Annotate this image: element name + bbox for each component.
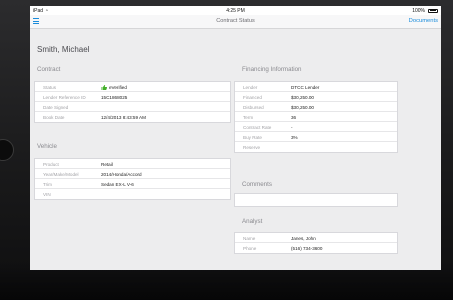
contract-row-lender-reference-id: Lender Reference ID 15C1868025 bbox=[35, 92, 230, 102]
vehicle-section-title: Vehicle bbox=[37, 143, 57, 150]
vehicle-card: Product Retail Year/Make/Model 2014/Hond… bbox=[34, 158, 231, 200]
row-label: Disbursed bbox=[243, 104, 264, 110]
row-value: $30,250.00 bbox=[291, 94, 314, 100]
vehicle-row-vin: VIN bbox=[35, 189, 230, 200]
comments-field[interactable] bbox=[234, 193, 398, 207]
row-value: - bbox=[291, 124, 293, 130]
contract-section-title: Contract bbox=[37, 66, 61, 73]
row-label: Status bbox=[43, 84, 57, 90]
row-value: $30,250.00 bbox=[291, 104, 314, 110]
documents-button[interactable]: Documents bbox=[409, 18, 438, 24]
row-label: VIN bbox=[43, 191, 51, 197]
navigation-bar: Contract Status Documents bbox=[30, 15, 441, 29]
row-value: Sedan EX-L V-6 bbox=[101, 181, 134, 187]
status-time: 4:25 PM bbox=[226, 7, 245, 14]
contract-row-date-signed: Date Signed bbox=[35, 102, 230, 112]
row-label: Product bbox=[43, 161, 59, 167]
row-label: Phone bbox=[243, 245, 257, 251]
vehicle-row-product: Product Retail bbox=[35, 159, 230, 169]
row-label: Name bbox=[243, 235, 256, 241]
financing-row-financed: Financed $30,250.00 bbox=[235, 92, 397, 102]
financing-card: Lender DTCC Lender Financed $30,250.00 D… bbox=[234, 81, 398, 153]
financing-row-disbursed: Disbursed $30,250.00 bbox=[235, 102, 397, 112]
row-value: Janes, John bbox=[291, 235, 316, 241]
row-value: 3% bbox=[291, 134, 298, 140]
battery-icon bbox=[428, 8, 438, 13]
verified-thumb-icon bbox=[101, 84, 107, 90]
row-label: Term bbox=[243, 114, 254, 120]
comments-section-title: Comments bbox=[242, 181, 272, 188]
row-label: Trim bbox=[43, 181, 53, 187]
customer-name: Smith, Michael bbox=[37, 45, 90, 54]
financing-row-lender: Lender DTCC Lender bbox=[235, 82, 397, 92]
row-label: Contract Rate bbox=[243, 124, 272, 130]
page-title: Contract Status bbox=[216, 18, 255, 24]
row-label: Reserve bbox=[243, 144, 261, 150]
row-label: Financed bbox=[243, 94, 262, 100]
row-label: Book Date bbox=[43, 114, 65, 120]
analyst-section-title: Analyst bbox=[242, 218, 263, 225]
contract-row-status: Status eVerified bbox=[35, 82, 230, 92]
financing-section-title: Financing Information bbox=[242, 66, 302, 73]
row-label: Buy Rate bbox=[243, 134, 262, 140]
row-value: 2014/Honda/Accord bbox=[101, 171, 142, 177]
financing-row-contract-rate: Contract Rate - bbox=[235, 122, 397, 132]
row-label: Lender bbox=[243, 84, 258, 90]
analyst-row-name: Name Janes, John bbox=[235, 233, 397, 243]
app-screen: iPad ◔ 4:25 PM 100% Contract Status Docu… bbox=[30, 6, 441, 270]
financing-row-reserve: Reserve bbox=[235, 142, 397, 153]
row-value: 12/4/2013 8:43:59 AM bbox=[101, 114, 146, 120]
row-value: 36 bbox=[291, 114, 297, 120]
row-value[interactable]: (516) 734-3600 bbox=[291, 246, 322, 251]
row-label: Lender Reference ID bbox=[43, 94, 86, 100]
row-label: Year/Make/Model bbox=[43, 171, 79, 177]
status-bar: iPad ◔ 4:25 PM 100% bbox=[30, 6, 441, 15]
analyst-card: Name Janes, John Phone (516) 734-3600 bbox=[234, 232, 398, 254]
row-value: DTCC Lender bbox=[291, 84, 320, 90]
contract-row-book-date: Book Date 12/4/2013 8:43:59 AM bbox=[35, 112, 230, 123]
financing-row-buy-rate: Buy Rate 3% bbox=[235, 132, 397, 142]
row-value: 15C1868025 bbox=[101, 94, 128, 100]
financing-row-term: Term 36 bbox=[235, 112, 397, 122]
status-value: eVerified bbox=[109, 84, 127, 90]
vehicle-row-trim: Trim Sedan EX-L V-6 bbox=[35, 179, 230, 189]
analyst-row-phone: Phone (516) 734-3600 bbox=[235, 243, 397, 254]
battery-percent: 100% bbox=[412, 7, 425, 14]
contract-card: Status eVerified Lender Reference ID 15C… bbox=[34, 81, 231, 123]
vehicle-row-year-make-model: Year/Make/Model 2014/Honda/Accord bbox=[35, 169, 230, 179]
row-label: Date Signed bbox=[43, 104, 69, 110]
row-value: Retail bbox=[101, 161, 113, 167]
row-value: eVerified bbox=[101, 84, 127, 90]
